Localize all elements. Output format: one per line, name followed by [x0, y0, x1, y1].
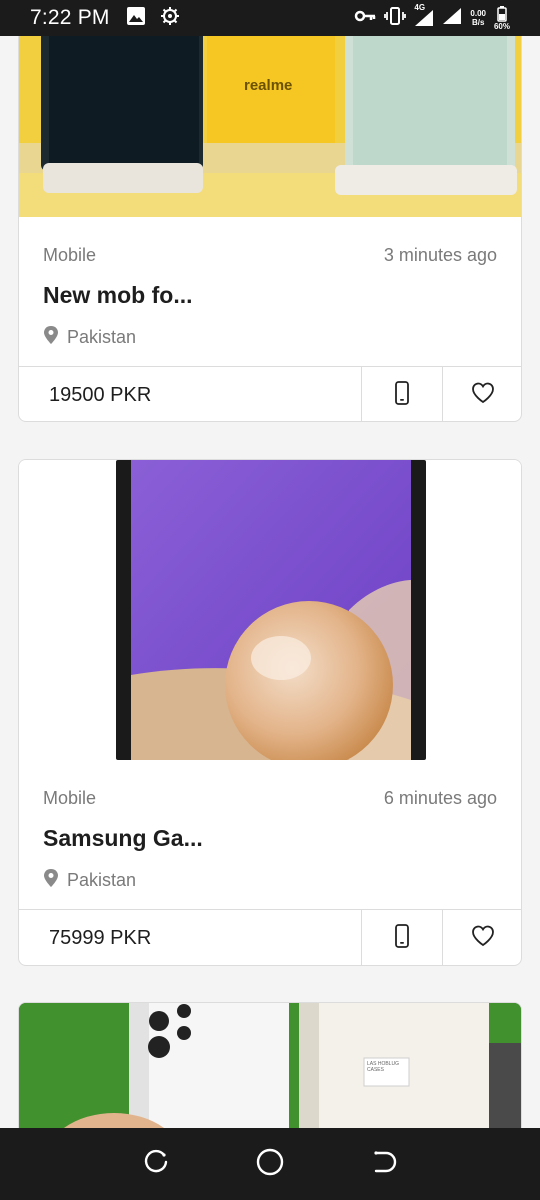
listing-location: Pakistan	[67, 870, 137, 890]
net-speed: 0.00 B/s	[470, 9, 486, 27]
listing-image[interactable]: realme	[19, 36, 521, 217]
battery-icon	[497, 5, 507, 22]
listing-card[interactable]: LAS HOBLUG CASES	[18, 1002, 522, 1128]
phone-icon	[394, 380, 410, 410]
listing-image[interactable]	[19, 460, 521, 760]
listing-card[interactable]: realme Mobile 3 minutes ago New mob fo..…	[18, 36, 522, 422]
back-icon[interactable]	[370, 1148, 398, 1181]
listing-image[interactable]: LAS HOBLUG CASES	[19, 1003, 521, 1128]
listing-title[interactable]: Samsung Ga...	[43, 825, 497, 852]
listing-price: 19500 PKR	[49, 383, 152, 406]
net-speed-value: 0.00	[470, 9, 486, 18]
listing-time-ago: 3 minutes ago	[383, 245, 497, 265]
battery-percent: 60%	[493, 21, 510, 31]
vibrate-icon	[384, 6, 407, 30]
listing-card[interactable]: Mobile 6 minutes ago Samsung Ga... Pakis…	[18, 459, 522, 966]
network-type: 4G	[414, 3, 426, 12]
listing-title[interactable]: New mob fo...	[43, 282, 497, 309]
favorite-button[interactable]	[442, 367, 521, 421]
location-pin-icon	[43, 325, 59, 350]
signal-4g-icon: 4G	[414, 3, 434, 27]
call-button[interactable]	[361, 367, 442, 421]
battery: 60%	[493, 5, 510, 31]
favorite-button[interactable]	[442, 910, 521, 965]
location-pin-icon	[43, 868, 59, 893]
listing-price: 75999 PKR	[49, 926, 152, 949]
recent-apps-icon[interactable]	[142, 1148, 170, 1181]
call-button[interactable]	[361, 910, 442, 965]
listing-category: Mobile	[43, 788, 97, 808]
listing-time-ago: 6 minutes ago	[383, 788, 497, 808]
image-brand-text: realme	[244, 77, 293, 94]
settings-gear-icon	[160, 6, 180, 31]
signal-icon	[442, 7, 462, 30]
status-time: 7:22 PM	[30, 6, 110, 29]
gallery-icon	[126, 6, 146, 31]
heart-icon	[471, 382, 495, 409]
navigation-bar	[0, 1128, 540, 1200]
listings-feed[interactable]: realme Mobile 3 minutes ago New mob fo..…	[0, 36, 540, 1128]
phone-icon	[394, 923, 410, 953]
net-speed-unit: B/s	[471, 18, 485, 27]
heart-icon	[471, 925, 495, 952]
vpn-key-icon	[354, 9, 376, 28]
home-icon[interactable]	[255, 1147, 285, 1182]
listing-location: Pakistan	[67, 327, 137, 347]
status-bar: 7:22 PM 4G 0.00 B/s 60%	[0, 0, 540, 36]
listing-category: Mobile	[43, 245, 97, 265]
image-box-text: LAS HOBLUG CASES	[367, 1061, 399, 1073]
